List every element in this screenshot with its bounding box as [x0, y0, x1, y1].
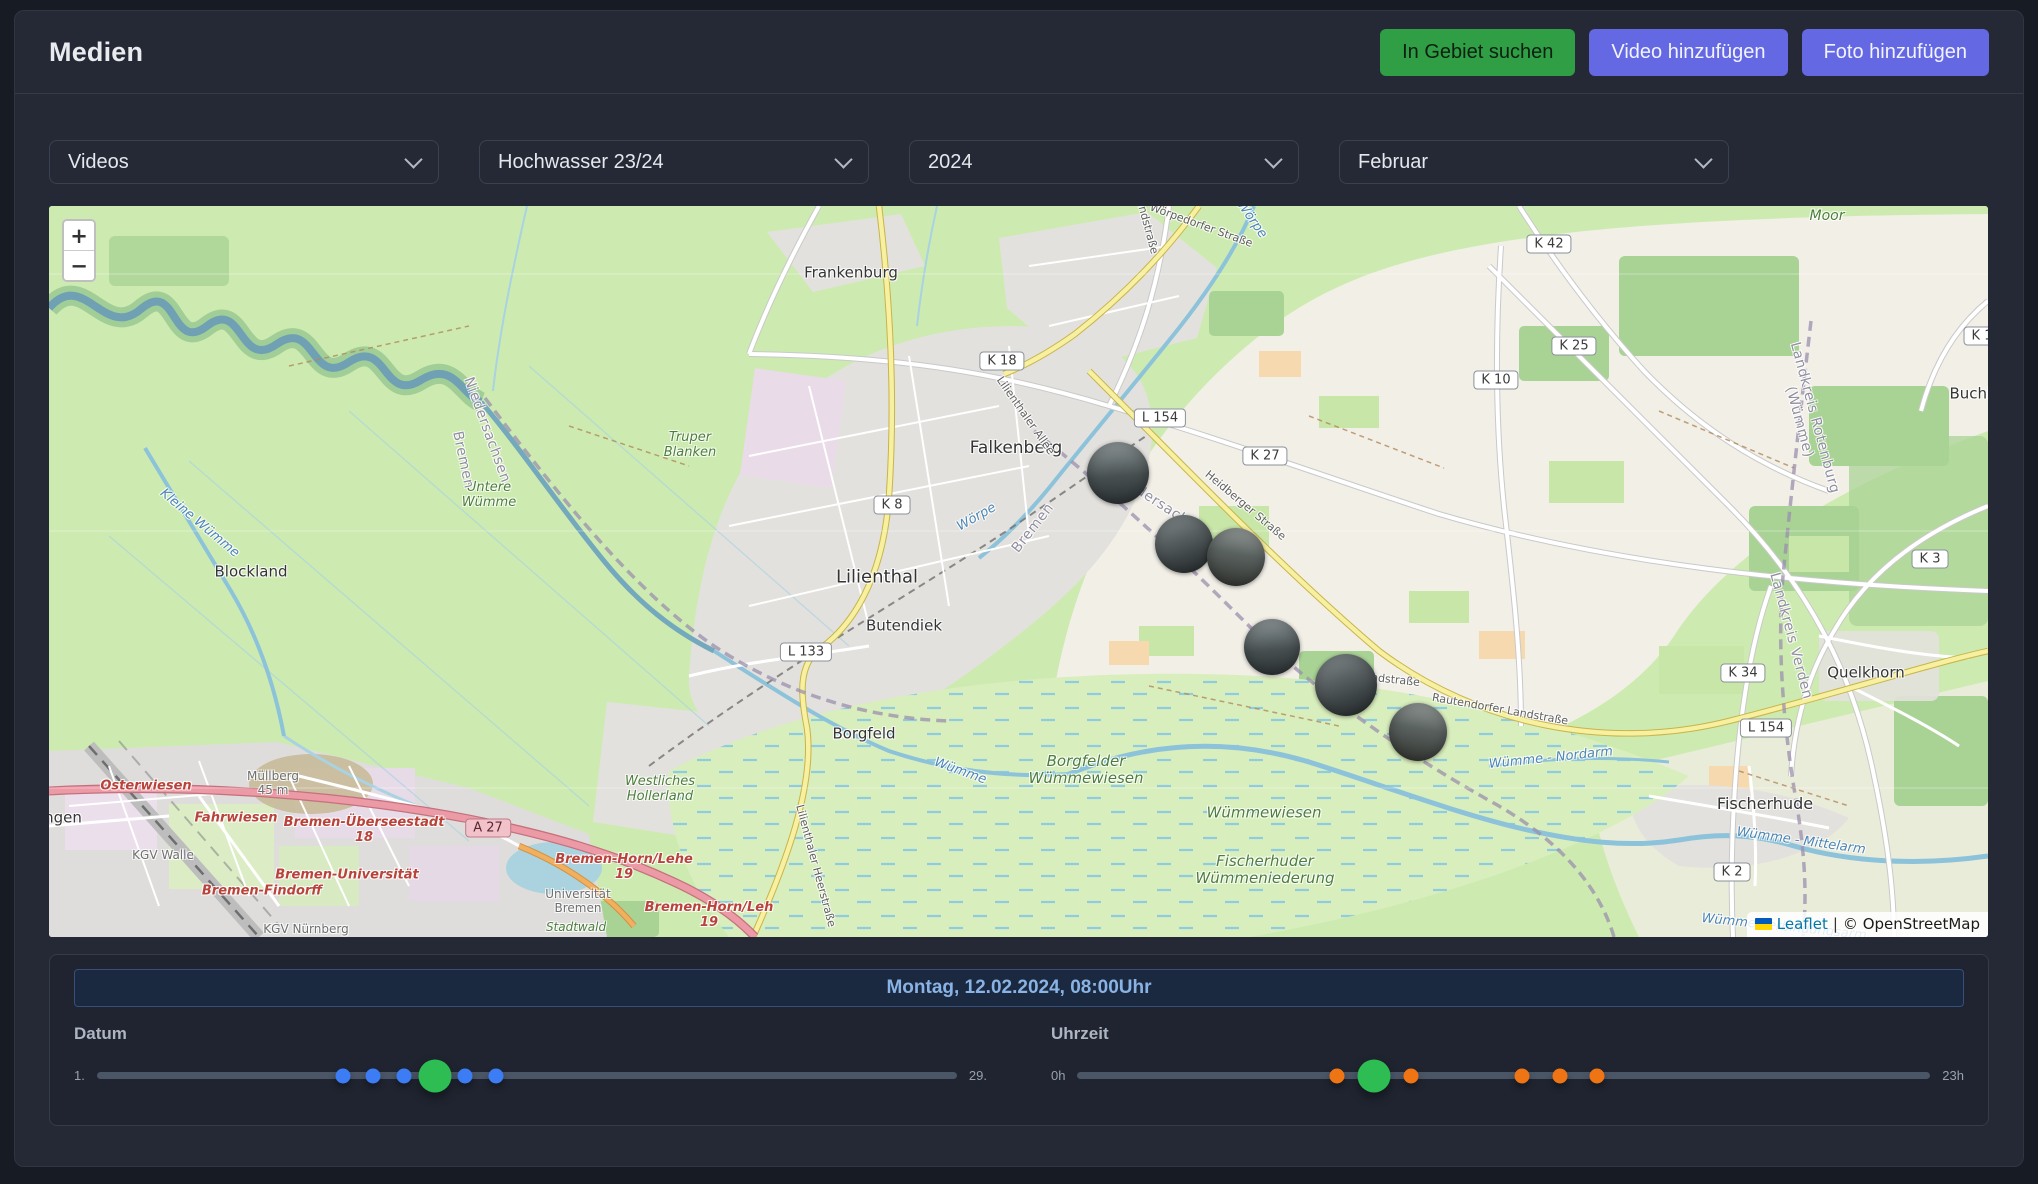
time-slider-group: Uhrzeit 0h 23h — [1051, 1024, 1964, 1083]
photo-marker[interactable] — [1244, 619, 1300, 675]
road-shield: K 8 — [874, 496, 911, 515]
chevron-down-icon — [1694, 150, 1712, 168]
search-in-area-button[interactable]: In Gebiet suchen — [1380, 29, 1575, 76]
topbar: Medien In Gebiet suchen Video hinzufügen… — [49, 11, 1989, 93]
media-point-marker[interactable] — [397, 1068, 412, 1083]
map-image — [49, 206, 1988, 937]
page-title: Medien — [49, 37, 143, 68]
road-shield: K 18 — [979, 352, 1024, 371]
road-shield: K 25 — [1551, 337, 1596, 356]
date-slider-group: Datum 1. 29. — [74, 1024, 987, 1083]
photo-marker[interactable] — [1087, 442, 1149, 504]
ukraine-flag-icon — [1755, 918, 1772, 930]
media-point-marker[interactable] — [458, 1068, 473, 1083]
map-zoom-control: + − — [62, 219, 96, 282]
road-shield: K 1 — [1964, 327, 1988, 346]
media-point-marker[interactable] — [1515, 1068, 1530, 1083]
media-point-marker[interactable] — [489, 1068, 504, 1083]
date-max-label: 29. — [969, 1068, 987, 1083]
road-shield: K 2 — [1714, 863, 1751, 882]
map-canvas[interactable]: + − Leaflet | © OpenStreetMap Frankenbur… — [49, 206, 1988, 937]
add-photo-button[interactable]: Foto hinzufügen — [1802, 29, 1989, 76]
timeline-panel: Montag, 12.02.2024, 08:00Uhr Datum 1. 29… — [49, 954, 1989, 1126]
map-attribution: Leaflet | © OpenStreetMap — [1747, 912, 1988, 937]
media-point-marker[interactable] — [1404, 1068, 1419, 1083]
timeline-sliders: Datum 1. 29. Uhrzeit 0h 23h — [74, 1024, 1964, 1083]
media-point-marker[interactable] — [335, 1068, 350, 1083]
media-point-marker[interactable] — [1552, 1068, 1567, 1083]
header-divider — [15, 93, 2023, 94]
road-shield: K 27 — [1242, 447, 1287, 466]
filter-year-value: 2024 — [928, 151, 973, 174]
current-datetime-text: Montag, 12.02.2024, 08:00Uhr — [886, 977, 1151, 999]
slider-thumb[interactable] — [418, 1059, 451, 1092]
photo-marker[interactable] — [1389, 703, 1447, 761]
current-datetime-banner: Montag, 12.02.2024, 08:00Uhr — [74, 969, 1964, 1007]
chevron-down-icon — [1264, 150, 1282, 168]
topbar-buttons: In Gebiet suchen Video hinzufügen Foto h… — [1380, 29, 1989, 76]
photo-marker[interactable] — [1207, 528, 1265, 586]
media-point-marker[interactable] — [1589, 1068, 1604, 1083]
filter-month-value: Februar — [1358, 151, 1428, 174]
road-shield: K 42 — [1526, 235, 1571, 254]
chevron-down-icon — [404, 150, 422, 168]
photo-marker[interactable] — [1315, 654, 1377, 716]
date-slider-track[interactable] — [97, 1072, 957, 1079]
road-shield: L 154 — [1740, 719, 1792, 738]
filter-event-value: Hochwasser 23/24 — [498, 151, 664, 174]
media-point-marker[interactable] — [1330, 1068, 1345, 1083]
time-min-label: 0h — [1051, 1068, 1065, 1083]
road-shield: L 133 — [780, 643, 832, 662]
filter-month[interactable]: Februar — [1339, 140, 1729, 184]
zoom-in-button[interactable]: + — [64, 221, 94, 250]
date-min-label: 1. — [74, 1068, 85, 1083]
media-point-marker[interactable] — [366, 1068, 381, 1083]
chevron-down-icon — [834, 150, 852, 168]
road-shield: K 3 — [1912, 550, 1949, 569]
main-panel: Medien In Gebiet suchen Video hinzufügen… — [14, 10, 2024, 1167]
attribution-separator: | — [1833, 915, 1838, 933]
road-shield: A 27 — [465, 819, 511, 838]
road-shield: K 10 — [1473, 371, 1518, 390]
filter-year[interactable]: 2024 — [909, 140, 1299, 184]
filter-media-type-value: Videos — [68, 151, 129, 174]
filter-event[interactable]: Hochwasser 23/24 — [479, 140, 869, 184]
photo-marker[interactable] — [1155, 515, 1213, 573]
date-slider-label: Datum — [74, 1024, 987, 1044]
filter-media-type[interactable]: Videos — [49, 140, 439, 184]
zoom-out-button[interactable]: − — [64, 251, 94, 280]
road-shield: K 34 — [1720, 664, 1765, 683]
add-video-button[interactable]: Video hinzufügen — [1589, 29, 1787, 76]
slider-thumb[interactable] — [1358, 1059, 1391, 1092]
filter-row: Videos Hochwasser 23/24 2024 Februar — [49, 140, 1989, 184]
leaflet-link[interactable]: Leaflet — [1777, 915, 1828, 933]
time-max-label: 23h — [1942, 1068, 1964, 1083]
road-shield: L 154 — [1134, 409, 1186, 428]
openstreetmap-link[interactable]: © OpenStreetMap — [1843, 915, 1980, 933]
time-slider-label: Uhrzeit — [1051, 1024, 1964, 1044]
time-slider-track[interactable] — [1077, 1072, 1930, 1079]
